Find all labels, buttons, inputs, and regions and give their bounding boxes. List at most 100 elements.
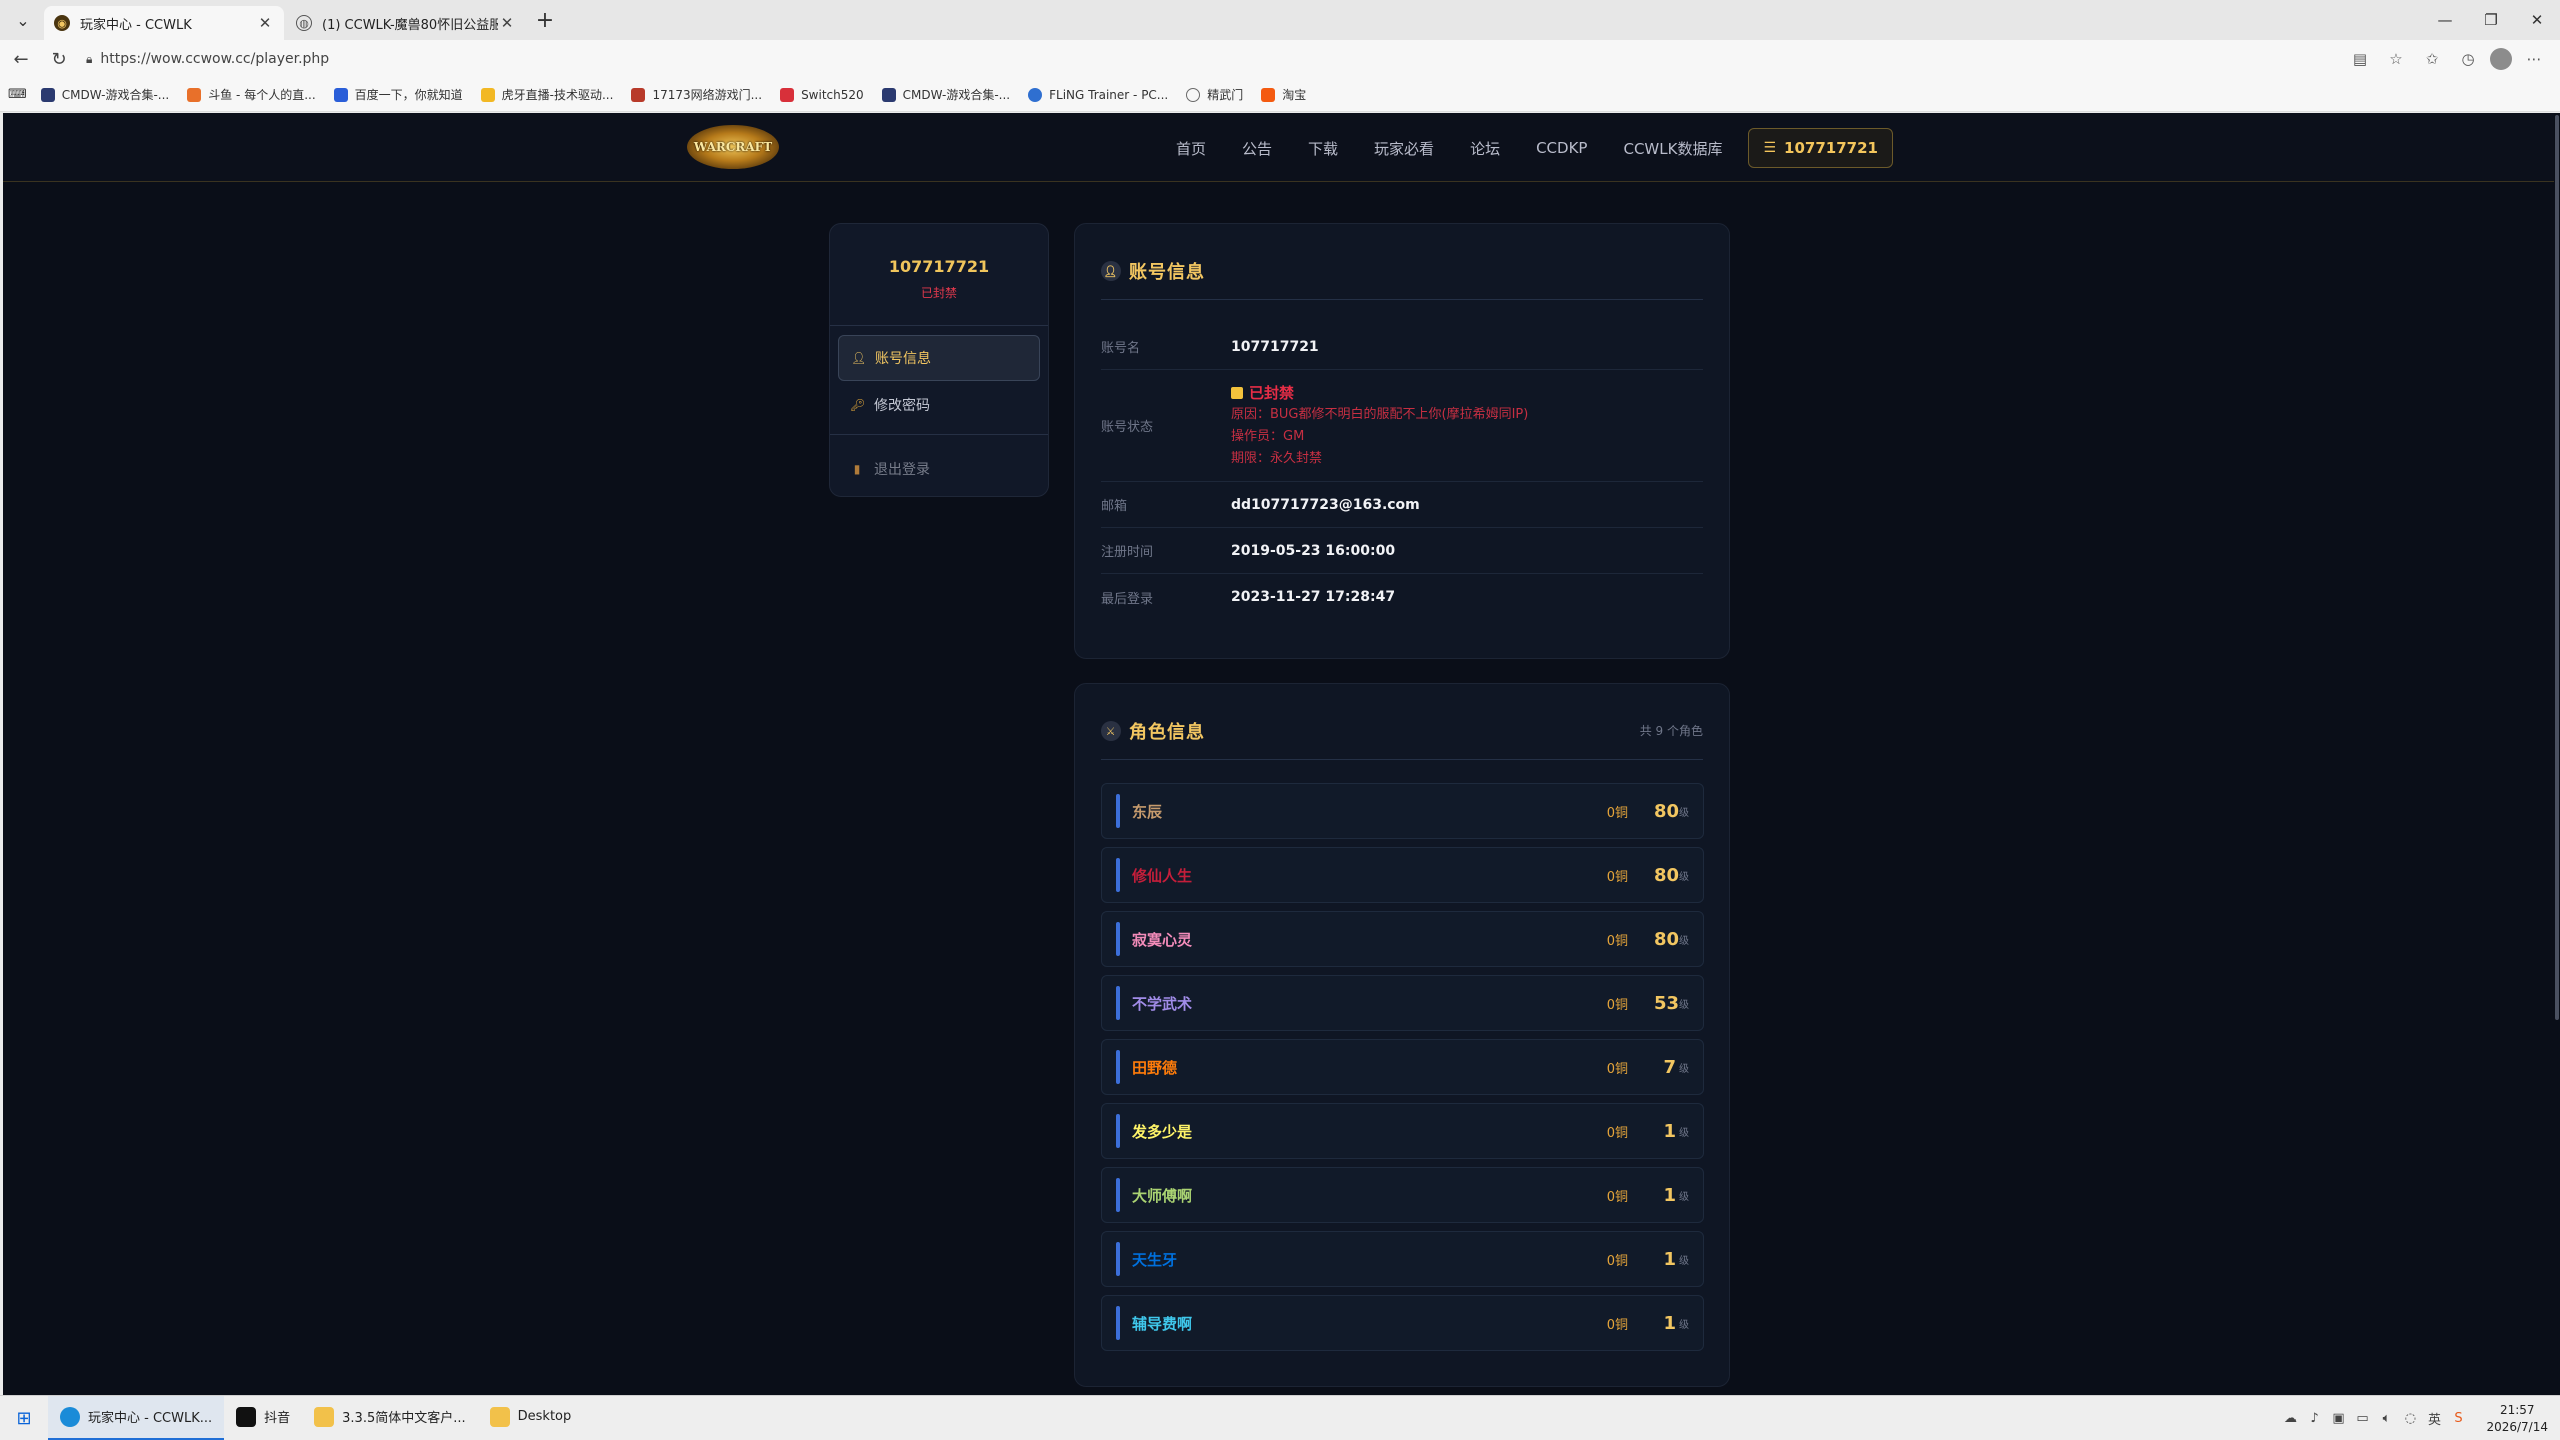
bookmark-item[interactable]: CMDW-游戏合集-... [40, 86, 170, 103]
character-gold: 0铜 [1606, 869, 1628, 885]
system-clock[interactable]: 21:57 2026/7/14 [2486, 1402, 2548, 1436]
taskbar-item-douyin[interactable]: 抖音 [224, 1396, 302, 1440]
lock-icon [1231, 386, 1243, 399]
character-row[interactable]: 修仙人生 0铜 80 级 [1101, 847, 1704, 903]
scrollbar-thumb[interactable] [2555, 115, 2559, 1020]
character-name: 修仙人生 [1132, 866, 1193, 885]
character-gold: 0铜 [1606, 1253, 1628, 1269]
taskbar-item-desktop[interactable]: Desktop [478, 1396, 584, 1440]
nav-database[interactable]: CCWLK数据库 [1623, 138, 1722, 159]
key-icon: 🔑︎ [850, 398, 866, 412]
ban-operator: 操作员：GM [1231, 428, 1305, 444]
character-level: 80 [1654, 928, 1680, 950]
bookmark-label: 百度一下，你就知道 [354, 88, 463, 102]
volume-icon[interactable]: 🔈︎ [2374, 1411, 2398, 1426]
character-row[interactable]: 发多少是 0铜 1 级 [1101, 1103, 1704, 1159]
bookmark-item[interactable]: Switch520 [780, 87, 864, 102]
taskbar-item-client-folder[interactable]: 3.3.5简体中文客户... [302, 1396, 477, 1440]
character-count: 共 9 个角色 [1639, 724, 1703, 738]
character-name: 大师傅啊 [1132, 1186, 1193, 1205]
back-icon[interactable]: ← [4, 42, 38, 76]
windows-start-icon[interactable]: ⊞ [0, 1396, 48, 1440]
bookmark-item[interactable]: 斗鱼 - 每个人的直... [187, 86, 316, 103]
bookmarks-menu-icon[interactable]: ⌨ [8, 87, 27, 102]
account-last-label: 最后登录 [1101, 591, 1154, 607]
wow-logo[interactable]: WARCRAFT [687, 125, 779, 169]
account-email-label: 邮箱 [1101, 499, 1128, 514]
browser-tab-player-center[interactable]: ◉ 玩家中心 - CCWLK ✕ [44, 6, 284, 40]
bookmark-item[interactable]: FLiNG Trainer - PC... [1028, 87, 1169, 102]
character-row[interactable]: 东辰 0铜 80 级 [1101, 783, 1704, 839]
window-controls: — ❐ ✕ [2422, 0, 2560, 40]
url-field[interactable]: 🔒︎ https://wow.ccwow.cc/player.php [86, 45, 2336, 73]
new-tab-icon[interactable]: + [528, 3, 562, 37]
bookmark-label: 虎牙直播-技术驱动... [501, 88, 614, 102]
account-reg-label: 注册时间 [1101, 545, 1154, 560]
folder-icon [314, 1406, 335, 1427]
close-window-icon[interactable]: ✕ [2514, 0, 2560, 40]
bookmark-item[interactable]: 淘宝 [1261, 86, 1306, 103]
nav-announcements[interactable]: 公告 [1242, 138, 1272, 159]
nav-download[interactable]: 下载 [1308, 138, 1338, 159]
character-row[interactable]: 寂寞心灵 0铜 80 级 [1101, 911, 1704, 967]
taskbar-label: 玩家中心 - CCWLK... [88, 1411, 213, 1426]
taskbar-label: Desktop [517, 1409, 572, 1424]
character-gold: 0铜 [1606, 1125, 1628, 1141]
crossed-swords-icon: ⚔ [1101, 721, 1121, 741]
character-row[interactable]: 天生牙 0铜 1 级 [1101, 1231, 1704, 1287]
nav-home[interactable]: 首页 [1176, 138, 1206, 159]
character-class-bar [1116, 1242, 1120, 1276]
ime-icon[interactable]: ◌ [2398, 1411, 2422, 1426]
character-row[interactable]: 不学武术 0铜 53 级 [1101, 975, 1704, 1031]
character-row[interactable]: 辅导费啊 0铜 1 级 [1101, 1295, 1704, 1351]
tiktok-tray-icon[interactable]: ♪ [2302, 1411, 2326, 1426]
system-tray: ☁ ♪ ▣ ▭ 🔈︎ ◌ 英 S 21:57 2026/7/14 [2278, 1396, 2548, 1440]
browser-tab-forum[interactable]: ◍ (1) CCWLK-魔兽80怀旧公益服论坛 ✕ [286, 6, 526, 40]
sidebar-item-account-info[interactable]: 👤︎ 账号信息 [838, 335, 1040, 381]
bookmark-label: 精武门 [1207, 88, 1244, 102]
character-level: 1 [1663, 1248, 1676, 1270]
more-options-icon[interactable]: ⋯ [2520, 45, 2548, 73]
minimize-icon[interactable]: — [2422, 0, 2468, 40]
tab-actions-icon[interactable]: ⌄ [6, 3, 40, 37]
character-info-card: ⚔ 角色信息 共 9 个角色 东辰 0铜 80 级修仙人生 0铜 80 级寂寞心灵 0铜 80 级… [1074, 683, 1730, 1387]
account-name-label: 账号名 [1101, 341, 1141, 356]
language-icon[interactable]: 英 [2422, 1409, 2446, 1428]
bookmark-label: FLiNG Trainer - PC... [1049, 87, 1169, 102]
level-unit: 级 [1679, 999, 1689, 1011]
sidebar-item-change-password[interactable]: 🔑︎ 修改密码 [838, 382, 1040, 428]
favorites-icon[interactable]: ✩ [2418, 45, 2446, 73]
bookmark-item[interactable]: 百度一下，你就知道 [333, 86, 463, 103]
bookmark-item[interactable]: 精武门 [1186, 86, 1243, 103]
nav-player-guide[interactable]: 玩家必看 [1374, 138, 1434, 159]
bookmark-label: CMDW-游戏合集-... [61, 88, 170, 102]
restore-icon[interactable]: ❐ [2468, 0, 2514, 40]
character-row[interactable]: 田野德 0铜 7 级 [1101, 1039, 1704, 1095]
nav-forum[interactable]: 论坛 [1470, 138, 1500, 159]
user-menu-button[interactable]: ☰ 107717721 [1748, 128, 1893, 168]
bookmark-item[interactable]: CMDW-游戏合集-... [881, 86, 1010, 103]
ban-duration: 期限：永久封禁 [1231, 450, 1323, 466]
taskbar-item-browser[interactable]: 玩家中心 - CCWLK... [48, 1395, 225, 1440]
sidebar-item-logout[interactable]: ▮ 退出登录 [838, 446, 1040, 492]
character-class-bar [1116, 794, 1120, 828]
user-icon: 👤︎ [851, 351, 867, 365]
refresh-icon[interactable]: ↻ [42, 42, 76, 76]
character-name: 田野德 [1132, 1058, 1178, 1077]
favorite-star-icon[interactable]: ☆ [2382, 45, 2410, 73]
page-scrollbar[interactable] [2554, 113, 2560, 1395]
reader-icon[interactable]: ▤ [2346, 45, 2374, 73]
nvidia-icon[interactable]: ▣ [2326, 1411, 2350, 1426]
close-tab-icon[interactable]: ✕ [498, 14, 516, 32]
network-icon[interactable]: ▭ [2350, 1411, 2374, 1426]
profile-avatar-icon[interactable] [2490, 48, 2512, 70]
sogou-icon[interactable]: S [2446, 1411, 2470, 1426]
nav-ccdkp[interactable]: CCDKP [1536, 139, 1587, 157]
character-row[interactable]: 大师傅啊 0铜 1 级 [1101, 1167, 1704, 1223]
close-tab-icon[interactable]: ✕ [256, 14, 274, 32]
cloud-icon[interactable]: ☁ [2278, 1411, 2302, 1426]
history-icon[interactable]: ◷ [2454, 45, 2482, 73]
bookmark-item[interactable]: 虎牙直播-技术驱动... [480, 86, 614, 103]
bookmark-item[interactable]: 17173网络游戏门... [631, 86, 762, 103]
taskbar-label: 抖音 [264, 1411, 291, 1426]
